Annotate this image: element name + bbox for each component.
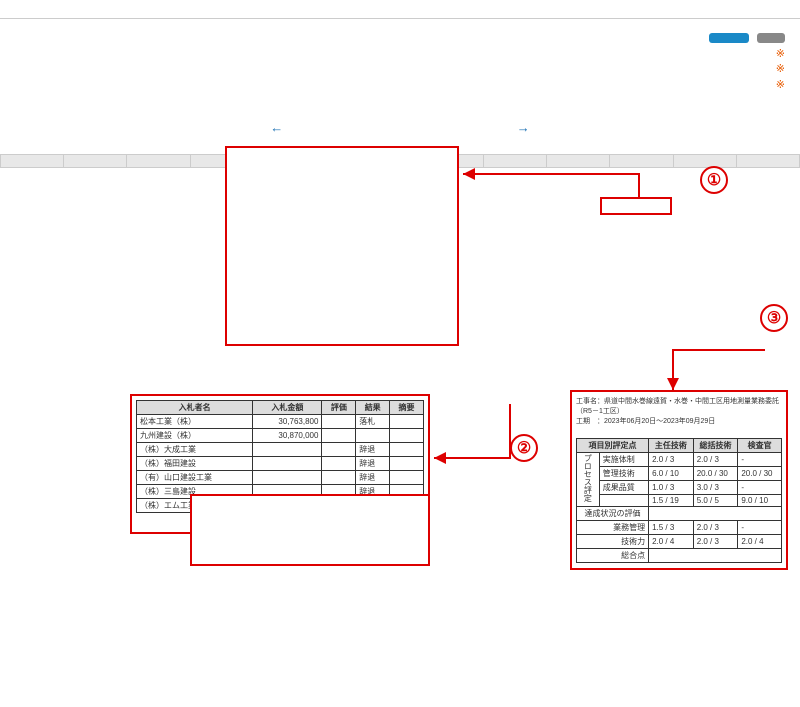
annotation-circle-2: ② — [510, 434, 538, 462]
annotation-box-1 — [225, 146, 459, 346]
page-7[interactable] — [439, 124, 455, 132]
page-6[interactable] — [415, 124, 431, 132]
header-notes — [709, 47, 785, 93]
annotation-circle-1: ① — [700, 166, 728, 194]
annotation-target-planprice — [600, 197, 672, 215]
col-amount — [483, 155, 546, 168]
annotation-text-1 — [231, 152, 247, 168]
annotation-circle-3: ③ — [760, 304, 788, 332]
col-plan — [547, 155, 610, 168]
csv-export-button[interactable] — [709, 33, 749, 43]
col-type — [64, 155, 127, 168]
page-2[interactable] — [322, 124, 338, 132]
page-title — [0, 0, 800, 19]
next-page-button[interactable]: → — [509, 116, 538, 139]
page-4[interactable] — [369, 124, 385, 132]
col-base — [610, 155, 673, 168]
col-no — [1, 155, 64, 168]
annotation-box-2-text — [190, 494, 430, 566]
annotation-box-3: 工事名：県道中間水巻線遠賀・水巻・中間工区用地測量業務委託（R5－1工区） 工期… — [570, 390, 788, 570]
page-8[interactable] — [462, 124, 478, 132]
col-date — [127, 155, 190, 168]
annotation-text-3 — [576, 428, 782, 436]
col-score — [736, 155, 799, 168]
col-rate — [673, 155, 736, 168]
prev-page-button[interactable]: ← — [262, 116, 291, 139]
back-to-search-button[interactable] — [757, 33, 785, 43]
page-3[interactable] — [345, 124, 361, 132]
page-1[interactable] — [299, 124, 315, 132]
page-9[interactable] — [485, 124, 501, 132]
annotation-arrow-1 — [459, 168, 729, 208]
page-5-current[interactable] — [392, 124, 408, 132]
